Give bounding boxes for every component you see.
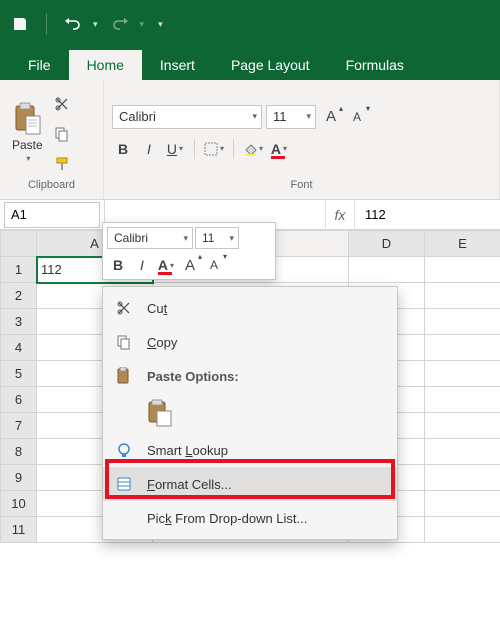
chevron-down-icon: ▾ (252, 111, 257, 122)
clipboard-icon (113, 367, 135, 385)
bucket-icon (243, 142, 257, 156)
row-header[interactable]: 8 (1, 439, 37, 465)
mini-bold-button[interactable]: B (107, 253, 129, 277)
paste-label: Paste (12, 138, 43, 152)
name-box[interactable]: A1 (4, 202, 100, 228)
font-color-swatch (271, 156, 285, 159)
formula-value[interactable]: 112 (355, 207, 500, 222)
properties-icon (113, 476, 135, 492)
redo-button[interactable] (106, 10, 134, 38)
group-clipboard: Paste ▾ Clipboard (0, 80, 104, 199)
mini-toolbar: Calibri▾ 11▾ B I A▾ A▴ A▾ (102, 222, 276, 280)
clipboard-icon (12, 102, 42, 136)
redo-more-icon[interactable]: ▾ (140, 19, 145, 30)
row-header[interactable]: 9 (1, 465, 37, 491)
separator (233, 139, 234, 159)
row-header[interactable]: 7 (1, 413, 37, 439)
undo-more-icon[interactable]: ▾ (93, 19, 98, 30)
ctx-paste-option[interactable] (103, 393, 397, 433)
copy-icon (113, 334, 135, 350)
row-header[interactable]: 3 (1, 309, 37, 335)
underline-button[interactable]: U▾ (164, 137, 186, 161)
col-header-d[interactable]: D (349, 231, 425, 257)
col-header-e[interactable]: E (425, 231, 500, 257)
name-box-value: A1 (11, 207, 27, 222)
mini-size-combo[interactable]: 11▾ (195, 227, 239, 249)
clipboard-group-label: Clipboard (0, 179, 103, 199)
row-header[interactable]: 6 (1, 387, 37, 413)
context-menu: Cut Copy Paste Options: Smart Lookup For… (102, 286, 398, 540)
select-all-corner[interactable] (1, 231, 37, 257)
brush-icon (54, 156, 70, 172)
group-font: Calibri ▾ 11 ▾ A▴ A▾ B I U▾ ▾ ▾ A▾ Font (104, 80, 500, 199)
scissors-icon (113, 300, 135, 316)
ctx-format-cells[interactable]: Format Cells... (103, 467, 397, 501)
paste-more-icon[interactable]: ▾ (26, 154, 30, 163)
borders-button[interactable]: ▾ (203, 137, 225, 161)
ctx-cut[interactable]: Cut (103, 291, 397, 325)
tab-formulas[interactable]: Formulas (328, 50, 422, 80)
qat-customize-icon[interactable]: ▾ (158, 19, 163, 30)
format-painter-button[interactable] (51, 152, 73, 176)
italic-button[interactable]: I (138, 137, 160, 161)
fill-color-button[interactable]: ▾ (242, 137, 264, 161)
row-header[interactable]: 11 (1, 517, 37, 543)
fx-button[interactable]: fx (325, 200, 355, 229)
mini-shrink-font-button[interactable]: A▾ (203, 253, 225, 277)
ctx-format-cells-label: Format Cells... (147, 477, 232, 492)
grow-font-button[interactable]: A▴ (320, 105, 342, 129)
font-size-combo[interactable]: 11 ▾ (266, 105, 316, 129)
lightbulb-icon (113, 442, 135, 458)
ctx-cut-label: Cut (147, 301, 167, 316)
ribbon: Paste ▾ Clipboard Calibri ▾ 11 ▾ A▴ A▾ (0, 80, 500, 200)
separator (194, 139, 195, 159)
tab-insert[interactable]: Insert (142, 50, 213, 80)
bold-button[interactable]: B (112, 137, 134, 161)
chevron-down-icon: ▾ (306, 111, 311, 122)
undo-button[interactable] (59, 10, 87, 38)
row-header[interactable]: 1 (1, 257, 37, 283)
paste-button[interactable]: Paste ▾ (8, 102, 47, 163)
tab-file[interactable]: File (10, 50, 69, 80)
tab-pagelayout[interactable]: Page Layout (213, 50, 328, 80)
ctx-pick-from-list[interactable]: Pick From Drop-down List... (103, 501, 397, 535)
scissors-icon (54, 96, 70, 112)
ctx-copy[interactable]: Copy (103, 325, 397, 359)
mini-grow-font-button[interactable]: A▴ (179, 253, 201, 277)
mini-italic-button[interactable]: I (131, 253, 153, 277)
cut-button[interactable] (51, 92, 73, 116)
font-color-button[interactable]: A▾ (268, 137, 290, 161)
mini-font-color-button[interactable]: A▾ (155, 253, 177, 277)
tab-home[interactable]: Home (69, 50, 142, 80)
copy-button[interactable] (51, 122, 73, 146)
save-icon[interactable] (6, 10, 34, 38)
paste-values-icon (147, 399, 173, 427)
mini-font-combo[interactable]: Calibri▾ (107, 227, 193, 249)
row-header[interactable]: 5 (1, 361, 37, 387)
ribbon-tabs: File Home Insert Page Layout Formulas (0, 48, 500, 80)
row-header[interactable]: 10 (1, 491, 37, 517)
font-name-value: Calibri (119, 109, 156, 124)
shrink-font-button[interactable]: A▾ (346, 105, 368, 129)
font-group-label: Font (104, 179, 499, 199)
ctx-paste-options-heading: Paste Options: (103, 359, 397, 393)
row-header[interactable]: 2 (1, 283, 37, 309)
copy-icon (54, 126, 70, 142)
row-header[interactable]: 4 (1, 335, 37, 361)
ctx-copy-label: Copy (147, 335, 177, 350)
border-icon (204, 142, 218, 156)
ctx-pick-label: Pick From Drop-down List... (147, 511, 307, 526)
font-name-combo[interactable]: Calibri ▾ (112, 105, 262, 129)
title-bar: ▾ ▾ ▾ (0, 0, 500, 48)
ctx-smart-lookup-label: Smart Lookup (147, 443, 228, 458)
font-size-value: 11 (273, 109, 287, 124)
ctx-smart-lookup[interactable]: Smart Lookup (103, 433, 397, 467)
ctx-paste-options-label: Paste Options: (147, 369, 239, 384)
